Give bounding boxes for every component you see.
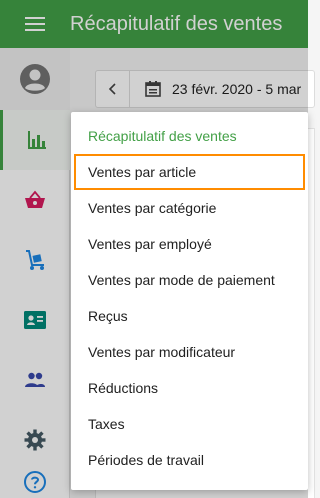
menu-item-taxes[interactable]: Taxes: [71, 406, 308, 442]
menu-item-receipts[interactable]: Reçus: [71, 298, 308, 334]
menu-item-sales-by-modifier[interactable]: Ventes par modificateur: [71, 334, 308, 370]
report-type-menu: Récapitulatif des ventes Ventes par arti…: [71, 112, 308, 490]
menu-item-sales-summary[interactable]: Récapitulatif des ventes: [71, 118, 308, 154]
menu-item-sales-by-category[interactable]: Ventes par catégorie: [71, 190, 308, 226]
menu-item-discounts[interactable]: Réductions: [71, 370, 308, 406]
menu-item-shifts[interactable]: Périodes de travail: [71, 442, 308, 478]
menu-item-sales-by-employee[interactable]: Ventes par employé: [71, 226, 308, 262]
menu-item-sales-by-payment-type[interactable]: Ventes par mode de paiement: [71, 262, 308, 298]
menu-item-sales-by-item[interactable]: Ventes par article: [74, 154, 305, 190]
